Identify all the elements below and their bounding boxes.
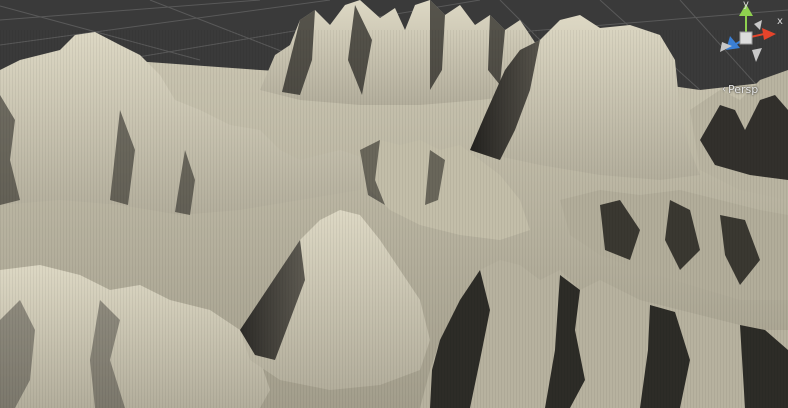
y-axis-label: y	[743, 0, 749, 10]
terrain-render[interactable]	[0, 0, 788, 408]
neg-z-cone[interactable]	[752, 48, 762, 62]
chevron-left-icon: ‹	[722, 84, 726, 95]
x-axis-label: x	[777, 16, 783, 27]
gizmo-center-cube[interactable]	[739, 31, 753, 45]
scene-view[interactable]: y x ‹ Persp	[0, 0, 788, 408]
neg-y-cone[interactable]	[754, 20, 762, 30]
terrain-texture	[0, 30, 788, 408]
projection-label: Persp	[728, 83, 759, 96]
x-axis-cone[interactable]	[762, 28, 776, 40]
projection-toggle[interactable]: ‹ Persp	[722, 83, 758, 96]
